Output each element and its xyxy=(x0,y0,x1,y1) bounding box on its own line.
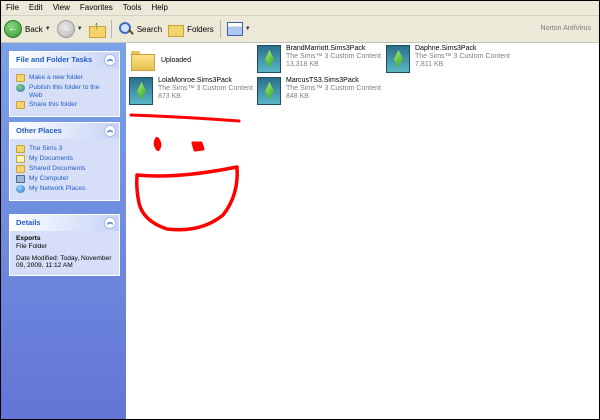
folders-label: Folders xyxy=(187,24,214,34)
panel-title: File and Folder Tasks xyxy=(16,55,93,64)
panel-header[interactable]: File and Folder Tasks ︽ xyxy=(10,52,119,68)
file-size: 13,318 KB xyxy=(286,61,319,68)
task-publish-folder[interactable]: Publish this folder to the Web xyxy=(16,84,114,99)
file-size: 873 KB xyxy=(158,93,181,100)
publish-web-icon xyxy=(16,84,25,92)
toolbar: ← Back ▼ → ▼ ↑ Search Folders ▼ xyxy=(1,16,599,43)
file-folder-tasks-panel: File and Folder Tasks ︽ Make a new folde… xyxy=(9,51,120,117)
task-label: Share this folder xyxy=(29,101,78,108)
panel-title: Details xyxy=(16,218,41,227)
back-dropdown-icon[interactable]: ▼ xyxy=(45,26,51,32)
place-the-sims-3[interactable]: The Sims 3 xyxy=(16,145,114,153)
file-item-marcusts3[interactable]: MarcusTS3.Sims3Pack The Sims™ 3 Custom C… xyxy=(257,77,387,109)
place-shared-documents[interactable]: Shared Documents xyxy=(16,165,114,173)
place-label: The Sims 3 xyxy=(29,145,63,152)
menu-help[interactable]: Help xyxy=(146,1,172,15)
folder-icon xyxy=(16,145,25,153)
norton-antivirus-toolbar[interactable]: Norton AntiVirus xyxy=(541,16,591,42)
new-folder-icon xyxy=(16,74,25,82)
search-icon xyxy=(118,21,134,37)
sims3-pack-icon xyxy=(129,77,153,105)
file-name: Daphne.Sims3Pack xyxy=(415,45,477,52)
task-pane: File and Folder Tasks ︽ Make a new folde… xyxy=(1,43,126,419)
details-type: File Folder xyxy=(16,242,48,250)
back-arrow-icon: ← xyxy=(4,20,22,38)
explorer-window: File Edit View Favorites Tools Help ← Ba… xyxy=(0,0,600,420)
my-documents-icon xyxy=(16,155,25,163)
file-size: 848 KB xyxy=(286,93,309,100)
folder-up-icon: ↑ xyxy=(88,20,106,38)
file-type: The Sims™ 3 Custom Content xyxy=(158,85,253,92)
drawn-left-eye xyxy=(153,137,162,151)
collapse-chevron-icon[interactable]: ︽ xyxy=(104,217,116,229)
file-type: The Sims™ 3 Custom Content xyxy=(286,53,381,60)
forward-arrow-icon: → xyxy=(56,20,75,38)
menu-file[interactable]: File xyxy=(1,1,24,15)
drawn-eyebrow-line xyxy=(129,113,241,123)
network-places-icon xyxy=(16,185,25,193)
file-size: 7,811 KB xyxy=(415,61,444,68)
toolbar-separator xyxy=(110,20,112,38)
file-item-lolamonroe[interactable]: LolaMonroe.Sims3Pack The Sims™ 3 Custom … xyxy=(129,77,259,109)
file-item-uploaded[interactable]: Uploaded xyxy=(131,47,261,79)
folders-button[interactable]: Folders xyxy=(165,18,217,40)
file-name: LolaMonroe.Sims3Pack xyxy=(158,77,232,84)
file-name: MarcusTS3.Sims3Pack xyxy=(286,77,359,84)
folders-icon xyxy=(168,22,185,37)
place-label: My Network Places xyxy=(29,185,86,192)
file-type: The Sims™ 3 Custom Content xyxy=(286,85,381,92)
my-computer-icon xyxy=(16,175,25,183)
up-button[interactable]: ↑ xyxy=(86,18,108,40)
menu-tools[interactable]: Tools xyxy=(118,1,147,15)
place-label: My Documents xyxy=(29,155,73,162)
back-button[interactable]: ← Back ▼ xyxy=(1,18,54,40)
forward-dropdown-icon[interactable]: ▼ xyxy=(77,26,83,32)
file-item-brandmarriott[interactable]: BrandMarriott.Sims3Pack The Sims™ 3 Cust… xyxy=(257,45,387,77)
menu-bar: File Edit View Favorites Tools Help xyxy=(1,1,599,16)
drawn-right-eye xyxy=(191,141,205,152)
task-label: Make a new folder xyxy=(29,74,83,81)
place-my-network-places[interactable]: My Network Places xyxy=(16,185,114,193)
sims3-pack-icon xyxy=(257,45,281,73)
sims3-pack-icon xyxy=(386,45,410,73)
place-label: Shared Documents xyxy=(29,165,86,172)
details-name: Exports xyxy=(16,235,41,242)
place-my-documents[interactable]: My Documents xyxy=(16,155,114,163)
menu-favorites[interactable]: Favorites xyxy=(75,1,118,15)
file-list: Uploaded BrandMarriott.Sims3Pack The Sim… xyxy=(127,43,599,419)
file-item-daphne[interactable]: Daphne.Sims3Pack The Sims™ 3 Custom Cont… xyxy=(386,45,516,77)
search-label: Search xyxy=(136,24,163,34)
folder-icon xyxy=(131,51,155,71)
views-button[interactable]: ▼ xyxy=(224,18,254,40)
task-make-new-folder[interactable]: Make a new folder xyxy=(16,74,114,82)
details-modified: Date Modified: Today, November 09, 2009,… xyxy=(16,254,112,270)
place-my-computer[interactable]: My Computer xyxy=(16,175,114,183)
file-type: The Sims™ 3 Custom Content xyxy=(415,53,510,60)
place-label: My Computer xyxy=(29,175,69,182)
task-label: Publish this folder to the Web xyxy=(29,84,100,99)
shared-folder-icon xyxy=(16,165,25,173)
drawn-mouth xyxy=(135,165,239,232)
toolbar-separator xyxy=(219,20,221,38)
task-share-folder[interactable]: Share this folder xyxy=(16,101,114,109)
back-label: Back xyxy=(25,24,43,34)
views-dropdown-icon[interactable]: ▼ xyxy=(245,26,251,32)
menu-view[interactable]: View xyxy=(48,1,75,15)
panel-header[interactable]: Other Places ︽ xyxy=(10,123,119,139)
search-button[interactable]: Search xyxy=(115,18,165,40)
file-name: BrandMarriott.Sims3Pack xyxy=(286,45,366,52)
panel-title: Other Places xyxy=(16,126,62,135)
details-panel: Details ︽ Exports File Folder Date Modif… xyxy=(9,214,120,277)
views-icon xyxy=(226,22,243,36)
collapse-chevron-icon[interactable]: ︽ xyxy=(104,54,116,66)
other-places-panel: Other Places ︽ The Sims 3 My Documents S… xyxy=(9,122,120,201)
forward-button[interactable]: → ▼ xyxy=(54,18,86,40)
file-name: Uploaded xyxy=(161,57,191,64)
collapse-chevron-icon[interactable]: ︽ xyxy=(104,125,116,137)
panel-header[interactable]: Details ︽ xyxy=(10,215,119,231)
sims3-pack-icon xyxy=(257,77,281,105)
share-folder-icon xyxy=(16,101,25,109)
menu-edit[interactable]: Edit xyxy=(24,1,48,15)
